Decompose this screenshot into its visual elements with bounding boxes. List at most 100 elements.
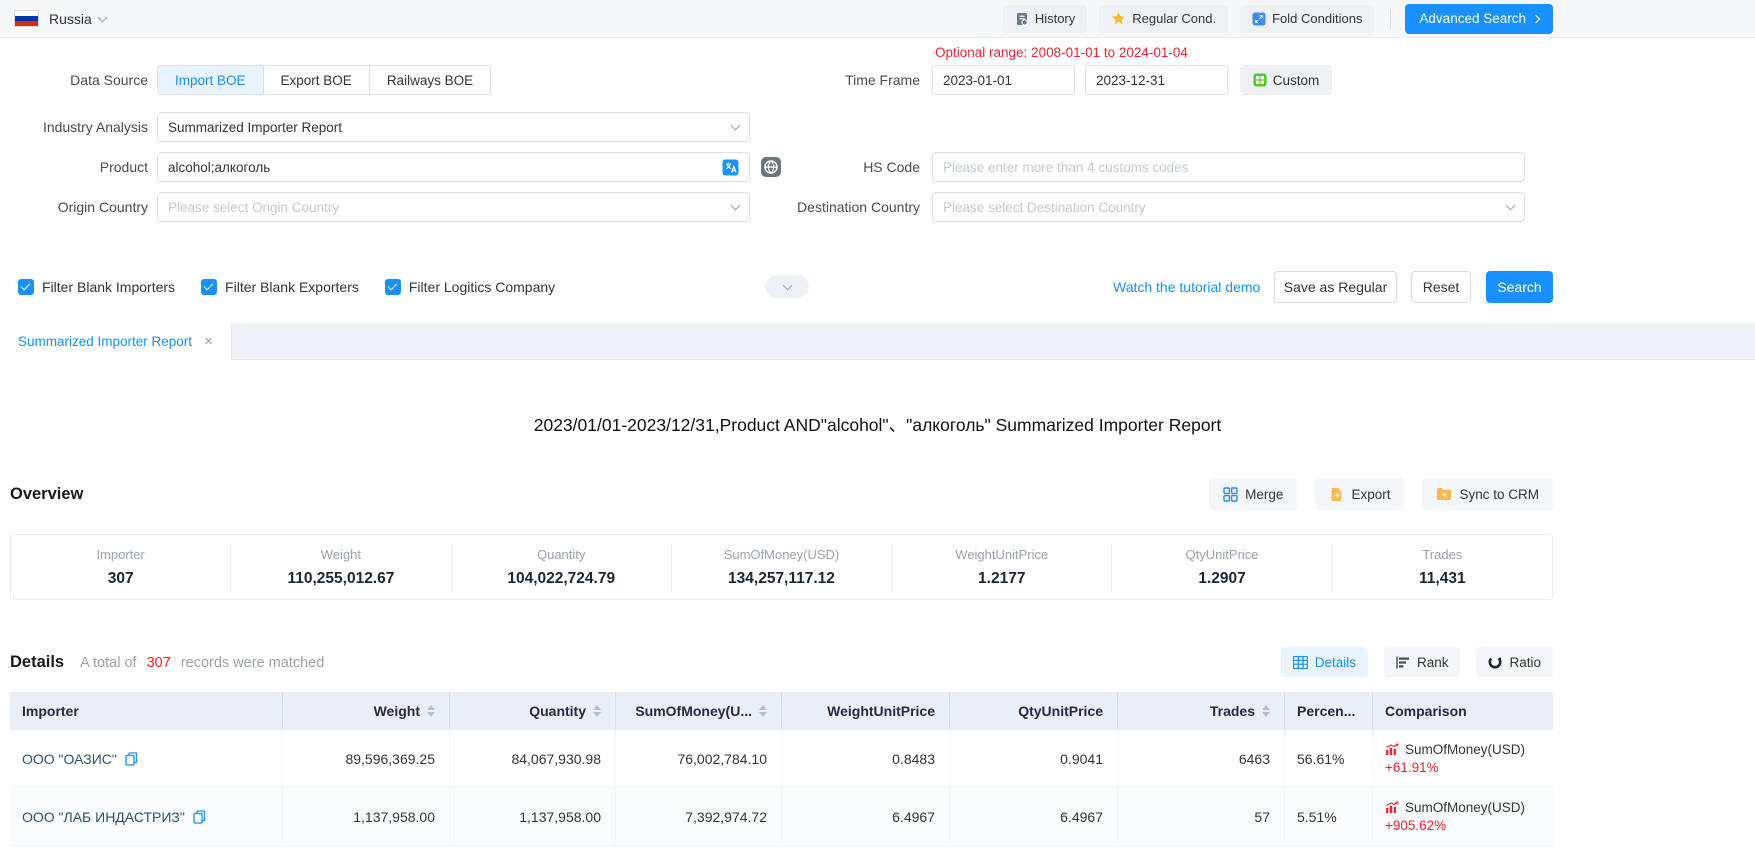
merge-icon bbox=[1223, 487, 1238, 502]
checkbox-checked-icon[interactable] bbox=[385, 279, 401, 295]
sync-to-crm-icon bbox=[1436, 487, 1452, 501]
custom-range-button[interactable]: Custom bbox=[1240, 65, 1332, 95]
stat-value: 11,431 bbox=[1333, 570, 1552, 588]
optional-range-text: Optional range: 2008-01-01 to 2024-01-04 bbox=[935, 45, 1188, 60]
data-source-import-boe[interactable]: Import BOE bbox=[158, 66, 264, 94]
view-switcher: Details Rank Ratio bbox=[1281, 647, 1553, 677]
tutorial-demo-link[interactable]: Watch the tutorial demo bbox=[1113, 271, 1260, 303]
sort-icon[interactable] bbox=[593, 705, 601, 717]
sort-icon[interactable] bbox=[1262, 705, 1270, 717]
view-rank-button[interactable]: Rank bbox=[1384, 647, 1461, 677]
col-weight[interactable]: Weight bbox=[283, 692, 450, 730]
importer-cell: ООО "ЛАБ ИНДАСТРИЗ" bbox=[10, 788, 283, 845]
country-selector-label[interactable]: Russia bbox=[49, 11, 92, 27]
destination-country-label: Destination Country bbox=[760, 192, 920, 222]
quantity-cell: 1,137,958.00 bbox=[450, 788, 616, 845]
export-button[interactable]: Export bbox=[1315, 478, 1404, 510]
report-title: 2023/01/01-2023/12/31,Product AND"alcoho… bbox=[0, 360, 1755, 434]
filter-logitics-company-checkbox[interactable]: Filter Logitics Company bbox=[385, 279, 555, 295]
chevron-down-icon bbox=[1506, 201, 1516, 211]
merge-button[interactable]: Merge bbox=[1209, 478, 1297, 510]
overview-heading: Overview bbox=[10, 485, 83, 504]
sort-icon[interactable] bbox=[427, 705, 435, 717]
stat-label: Trades bbox=[1333, 547, 1552, 562]
weight-cell: 89,596,369.25 bbox=[283, 730, 450, 787]
summary-prefix: A total of bbox=[80, 655, 136, 671]
filter-blank-exporters-checkbox[interactable]: Filter Blank Exporters bbox=[201, 279, 359, 295]
product-input[interactable] bbox=[168, 160, 722, 175]
col-sum-of-money[interactable]: SumOfMoney(U... bbox=[616, 692, 782, 730]
origin-country-select[interactable]: Please select Origin Country bbox=[157, 192, 750, 222]
overview-stats-card: Importer 307 Weight 110,255,012.67 Quant… bbox=[10, 534, 1553, 600]
tab-summarized-importer-report[interactable]: Summarized Importer Report × bbox=[0, 323, 232, 360]
trades-cell: 57 bbox=[1118, 788, 1285, 845]
destination-country-placeholder: Please select Destination Country bbox=[943, 200, 1507, 215]
importer-name-link[interactable]: ООО "ОАЗИС" bbox=[22, 751, 117, 767]
chevron-down-icon bbox=[731, 201, 741, 211]
percent-cell: 56.61% bbox=[1285, 730, 1373, 787]
checkbox-checked-icon[interactable] bbox=[201, 279, 217, 295]
data-source-railways-boe[interactable]: Railways BOE bbox=[370, 66, 490, 94]
ratio-icon bbox=[1488, 655, 1502, 669]
stat-quantity: Quantity 104,022,724.79 bbox=[451, 543, 671, 592]
sync-to-crm-button[interactable]: Sync to CRM bbox=[1422, 478, 1553, 510]
advanced-search-button[interactable]: Advanced Search bbox=[1405, 4, 1553, 34]
regular-cond-button[interactable]: Regular Cond. bbox=[1099, 5, 1228, 33]
industry-analysis-select[interactable]: Summarized Importer Report bbox=[157, 112, 750, 142]
product-field[interactable] bbox=[157, 152, 750, 182]
col-quantity[interactable]: Quantity bbox=[450, 692, 616, 730]
fold-conditions-button[interactable]: Fold Conditions bbox=[1240, 5, 1374, 33]
weight-unit-price-cell: 6.4967 bbox=[782, 788, 950, 845]
trades-cell: 6463 bbox=[1118, 730, 1285, 787]
destination-country-select[interactable]: Please select Destination Country bbox=[932, 192, 1525, 222]
data-source-segment: Import BOE Export BOE Railways BOE bbox=[157, 65, 491, 95]
weight-unit-price-cell: 0.8483 bbox=[782, 730, 950, 787]
close-icon[interactable]: × bbox=[204, 334, 213, 349]
sum-cell: 76,002,784.10 bbox=[616, 730, 782, 787]
records-summary: A total of 307 records were matched bbox=[80, 655, 324, 671]
reset-button[interactable]: Reset bbox=[1411, 271, 1471, 303]
custom-label: Custom bbox=[1273, 73, 1320, 88]
view-details-label: Details bbox=[1315, 655, 1356, 670]
comparison-cell: SumOfMoney(USD) +905.62% bbox=[1373, 788, 1553, 845]
rank-icon bbox=[1396, 656, 1410, 669]
stat-label: SumOfMoney(USD) bbox=[672, 547, 891, 562]
stat-label: Weight bbox=[231, 547, 450, 562]
details-table: Importer Weight Quantity SumOfMoney(U...… bbox=[10, 692, 1553, 846]
regular-cond-label: Regular Cond. bbox=[1132, 11, 1216, 26]
data-source-export-boe[interactable]: Export BOE bbox=[264, 66, 370, 94]
stat-weight: Weight 110,255,012.67 bbox=[230, 543, 450, 592]
history-button[interactable]: History bbox=[1003, 5, 1087, 33]
history-icon bbox=[1015, 12, 1029, 26]
hs-code-input[interactable] bbox=[943, 160, 1514, 175]
search-button[interactable]: Search bbox=[1486, 271, 1553, 303]
filter-blank-importers-checkbox[interactable]: Filter Blank Importers bbox=[18, 279, 175, 295]
copy-icon[interactable] bbox=[125, 752, 138, 766]
history-label: History bbox=[1035, 11, 1075, 26]
save-as-regular-button[interactable]: Save as Regular bbox=[1274, 271, 1397, 303]
advanced-search-label: Advanced Search bbox=[1419, 11, 1526, 26]
date-end-field[interactable] bbox=[1085, 65, 1228, 95]
qty-unit-price-cell: 0.9041 bbox=[950, 730, 1118, 787]
view-ratio-button[interactable]: Ratio bbox=[1476, 647, 1553, 677]
col-trades[interactable]: Trades bbox=[1118, 692, 1285, 730]
quantity-cell: 84,067,930.98 bbox=[450, 730, 616, 787]
checkbox-checked-icon[interactable] bbox=[18, 279, 34, 295]
translate-icon[interactable] bbox=[722, 159, 739, 176]
collapse-conditions-toggle[interactable] bbox=[765, 275, 809, 298]
summary-suffix: records were matched bbox=[181, 655, 324, 671]
view-details-button[interactable]: Details bbox=[1281, 647, 1368, 677]
importer-name-link[interactable]: ООО "ЛАБ ИНДАСТРИЗ" bbox=[22, 809, 185, 825]
stat-value: 1.2907 bbox=[1112, 570, 1331, 588]
hs-code-field[interactable] bbox=[932, 152, 1525, 182]
copy-icon[interactable] bbox=[193, 810, 206, 824]
comparison-change-value: +61.91% bbox=[1385, 760, 1439, 775]
data-source-label: Data Source bbox=[0, 65, 148, 95]
stat-label: WeightUnitPrice bbox=[892, 547, 1111, 562]
stat-value: 307 bbox=[11, 570, 230, 588]
date-start-field[interactable] bbox=[932, 65, 1075, 95]
stat-label: Quantity bbox=[452, 547, 671, 562]
chevron-down-icon[interactable] bbox=[97, 12, 107, 22]
stat-value: 110,255,012.67 bbox=[231, 570, 450, 588]
sort-icon[interactable] bbox=[759, 705, 767, 717]
